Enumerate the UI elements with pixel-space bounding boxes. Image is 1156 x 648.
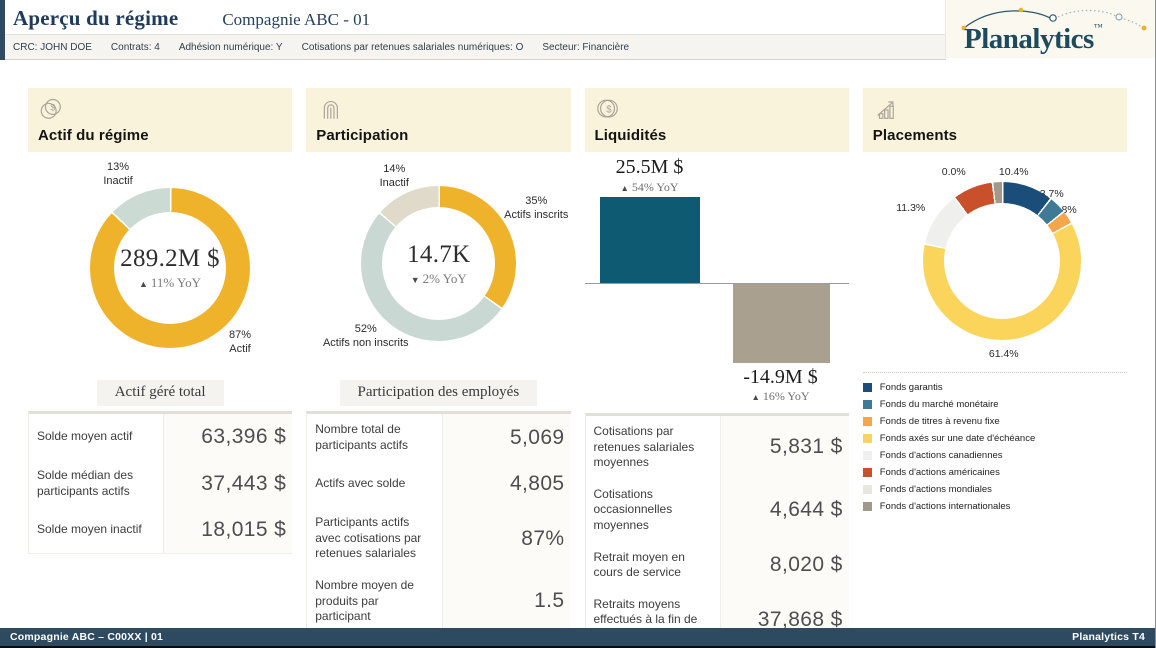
up-arrow-icon: ▲ <box>620 183 628 193</box>
panel-participation-title: Participation <box>316 127 560 144</box>
dashboard-window: Aperçu du régime Compagnie ABC - 01 CRC:… <box>0 0 1156 648</box>
table-row: Nombre moyen de produits par participant… <box>307 570 570 633</box>
participation-table: Nombre total de participants actifs 5,06… <box>306 411 570 634</box>
legend-item[interactable]: Fonds garantis <box>863 382 1127 393</box>
meta-cotisations: Cotisations par retenues salariales numé… <box>302 42 524 53</box>
panel-actif-du-regime: $ Actif du régime 13%Inactif 289.2M $ ▲1… <box>28 88 292 648</box>
meta-bar: CRC: JOHN DOE Contrats: 4 Adhésion numér… <box>0 34 946 60</box>
legend-swatch <box>863 383 872 392</box>
placements-callout-mondiales: 0.0% <box>933 166 975 178</box>
dollar-coin-icon: $ <box>595 96 621 122</box>
svg-text:$: $ <box>50 102 55 112</box>
table-row: Solde médian des participants actifs 37,… <box>29 460 292 507</box>
table-row: Cotisations par retenues salariales moye… <box>586 416 849 479</box>
panel-liquidites-header: $ Liquidités <box>585 88 849 152</box>
actif-donut-chart[interactable]: 13%Inactif 289.2M $ ▲11% YoY 87%Actif <box>28 152 292 380</box>
legend-item[interactable]: Fonds de titres à revenu fixe <box>863 416 1127 427</box>
panels-grid: $ Actif du régime 13%Inactif 289.2M $ ▲1… <box>0 60 1155 648</box>
legend-item[interactable]: Fonds d'actions canadiennes <box>863 450 1127 461</box>
footer-bar: Compagnie ABC – C00XX | 01 Planalytics T… <box>0 628 1155 648</box>
table-row: Cotisations occasionnelles moyennes 4,64… <box>586 479 849 542</box>
placements-callout-canadiennes: 11.3% <box>889 202 933 214</box>
participation-label-non-inscrits: 52%Actifs non inscrits <box>308 322 423 351</box>
meta-secteur: Secteur: Financière <box>542 42 629 53</box>
actif-table-header: Actif géré total <box>97 380 224 406</box>
panel-participation-header: Participation <box>306 88 570 152</box>
up-arrow-icon: ▲ <box>751 392 759 402</box>
fingerprint-icon <box>316 96 342 122</box>
outflow-yoy: ▲16% YoY <box>725 389 837 404</box>
legend-swatch <box>863 485 872 494</box>
meta-adhesion: Adhésion numérique: Y <box>179 42 283 53</box>
placements-callout-echeance: 61.4% <box>981 348 1027 360</box>
placements-callout-garantis: 10.4% <box>991 166 1037 178</box>
legend-item[interactable]: Fonds d'actions américaines <box>863 467 1127 478</box>
participation-label-inscrits: 35%Actifs inscrits <box>492 194 580 223</box>
svg-text:$: $ <box>606 104 612 115</box>
panel-placements-header: Placements <box>863 88 1127 152</box>
liquidites-table: Cotisations par retenues salariales moye… <box>585 413 849 648</box>
actif-label-inactif: 13%Inactif <box>83 160 153 189</box>
participation-yoy: ▼2% YoY <box>411 271 467 287</box>
participation-table-header: Participation des employés <box>340 380 538 406</box>
actif-center-value: 289.2M $ <box>120 245 220 273</box>
legend-swatch <box>863 434 872 443</box>
table-row: Nombre total de participants actifs 5,06… <box>307 414 570 461</box>
placements-legend: Fonds garantis Fonds du marché monétaire… <box>863 372 1127 512</box>
legend-item[interactable]: Fonds du marché monétaire <box>863 399 1127 410</box>
table-row: Solde moyen actif 63,396 $ <box>29 414 292 460</box>
legend-swatch <box>863 417 872 426</box>
placements-donut-center <box>944 203 1060 319</box>
actif-table: Solde moyen actif 63,396 $ Solde médian … <box>28 411 292 554</box>
logo-wordmark: Planalytics™ <box>964 22 1102 56</box>
planalytics-logo: Planalytics™ <box>945 0 1155 58</box>
participation-donut-chart[interactable]: 14%Inactif 35%Actifs inscrits 14.7K ▼2% … <box>306 152 570 380</box>
panel-placements: Placements 0.0% 10.4% 3.7% 2.8% 11.3% 61… <box>863 88 1127 648</box>
meta-crc: CRC: JOHN DOE <box>13 42 92 53</box>
bar-growth-icon <box>873 96 899 122</box>
outflow-bar[interactable] <box>733 284 830 363</box>
meta-contrats: Contrats: 4 <box>111 42 160 53</box>
table-row: Participants actifs avec cotisations par… <box>307 507 570 570</box>
table-row: Retrait moyen en cours de service 8,020 … <box>586 542 849 589</box>
legend-item[interactable]: Fonds axés sur une date d'échéance <box>863 433 1127 444</box>
legend-swatch <box>863 400 872 409</box>
page-title: Aperçu du régime <box>13 6 178 31</box>
table-row: Solde moyen inactif 18,015 $ <box>29 507 292 553</box>
panel-actif-title: Actif du régime <box>38 127 282 144</box>
legend-swatch <box>863 502 872 511</box>
participation-label-inactif: 14%Inactif <box>359 162 429 191</box>
panel-liquidites-title: Liquidités <box>595 127 839 144</box>
legend-swatch <box>863 468 872 477</box>
panel-placements-title: Placements <box>873 127 1117 144</box>
actif-donut[interactable]: 289.2M $ ▲11% YoY <box>90 188 250 348</box>
outflow-value-label: -14.9M $ <box>725 366 837 389</box>
table-row: Actifs avec solde 4,805 <box>307 461 570 507</box>
legend-swatch <box>863 451 872 460</box>
down-arrow-icon: ▼ <box>411 275 420 285</box>
legend-item[interactable]: Fonds d'actions mondiales <box>863 484 1127 495</box>
coins-icon: $ <box>38 96 64 122</box>
panel-liquidites: $ Liquidités 25.5M $ ▲54% YoY -14.9M $ ▲… <box>585 88 849 648</box>
participation-center-value: 14.7K <box>407 241 470 269</box>
header-accent-bar <box>0 0 5 60</box>
inflow-yoy: ▲54% YoY <box>595 180 705 195</box>
footer-company: Compagnie ABC – C00XX | 01 <box>10 631 163 643</box>
placements-donut-chart[interactable]: 0.0% 10.4% 3.7% 2.8% 11.3% 61.4% <box>863 152 1127 372</box>
participation-donut-center: 14.7K ▼2% YoY <box>382 207 495 320</box>
up-arrow-icon: ▲ <box>139 279 148 289</box>
actif-label-actif: 87%Actif <box>205 328 275 357</box>
participation-donut[interactable]: 14.7K ▼2% YoY <box>361 186 516 341</box>
liquidites-bar-chart[interactable]: 25.5M $ ▲54% YoY -14.9M $ ▲16% YoY <box>585 152 849 408</box>
inflow-value-label: 25.5M $ <box>595 156 705 179</box>
legend-item[interactable]: Fonds d'actions internationales <box>863 501 1127 512</box>
actif-yoy: ▲11% YoY <box>139 275 201 291</box>
page-subtitle: Compagnie ABC - 01 <box>222 10 370 30</box>
inflow-bar[interactable] <box>600 197 700 283</box>
actif-donut-center: 289.2M $ ▲11% YoY <box>114 212 226 324</box>
placements-donut[interactable] <box>923 182 1081 340</box>
panel-participation: Participation 14%Inactif 35%Actifs inscr… <box>306 88 570 648</box>
panel-actif-header: $ Actif du régime <box>28 88 292 152</box>
footer-brand: Planalytics T4 <box>1072 631 1145 643</box>
